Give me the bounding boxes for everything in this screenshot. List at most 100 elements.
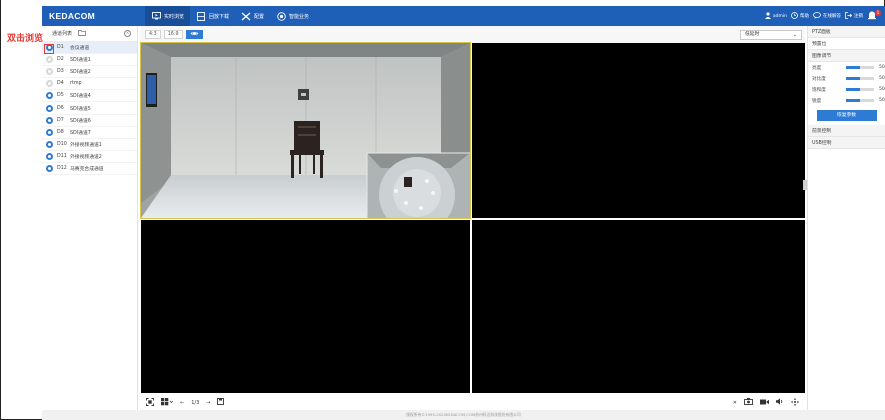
- usb-control-header[interactable]: USB控制: [808, 137, 885, 149]
- slider-track[interactable]: [846, 65, 874, 70]
- right-panel: PTZ面板 预置位 图像调节 亮度 50 对比度 50 饱和度 50 锐度 50 恢复参数 前…: [807, 26, 885, 410]
- consult-label: 在线解答: [823, 14, 841, 19]
- channel-name: 外接视频通道2: [70, 154, 102, 160]
- ptz-move-icon[interactable]: [791, 397, 799, 408]
- volume-icon[interactable]: [776, 398, 784, 407]
- channel-name: 马赛克合成通道: [70, 166, 104, 172]
- video-area: 4:3 16:9 低延时 ⌄ ← 1/3 → ✕: [140, 26, 805, 410]
- record-icon[interactable]: [760, 399, 769, 407]
- zoom-control-header[interactable]: 前景控制: [808, 125, 885, 137]
- slider-fill: [846, 87, 860, 92]
- channel-name: SDI通道7: [70, 130, 91, 136]
- slider-label: 对比度: [812, 76, 826, 82]
- ptz-panel-header[interactable]: PTZ面板: [808, 26, 885, 38]
- slider-track[interactable]: [846, 87, 874, 92]
- slider-value: 50: [879, 98, 885, 103]
- channel-item[interactable]: D7 SDI通道6: [42, 115, 137, 127]
- slider-label: 饱和度: [812, 87, 826, 93]
- channel-id: D8: [57, 129, 64, 135]
- channel-item[interactable]: D1 会议通道: [42, 42, 137, 55]
- slider-track[interactable]: [846, 98, 874, 103]
- nav-smart-label: 智能业务: [289, 13, 310, 20]
- camera-status-icon: [46, 68, 53, 76]
- alarm-badge: 1: [875, 10, 881, 16]
- help-label: 帮助: [800, 14, 809, 19]
- channel-item[interactable]: D11 外接视频通道2: [42, 151, 137, 163]
- monitor-icon: [151, 11, 161, 21]
- stream-type-select[interactable]: 低延时 ⌄: [740, 30, 802, 40]
- channel-item[interactable]: D12 马赛克合成通道: [42, 163, 137, 176]
- user-icon: [764, 11, 771, 21]
- reset-params-button[interactable]: 恢复参数: [816, 110, 877, 121]
- camera-status-icon: [46, 140, 53, 148]
- nav-live-view-label: 实时浏览: [164, 13, 185, 20]
- ratio-16-9-button[interactable]: 16:9: [163, 30, 183, 39]
- layout-grid-icon[interactable]: [161, 397, 174, 408]
- selection-highlight: [44, 44, 54, 54]
- channel-id: D12: [57, 165, 67, 171]
- channel-id: D10: [57, 141, 67, 147]
- video-tile-1[interactable]: [140, 42, 471, 219]
- alarm-button[interactable]: 1: [867, 10, 881, 22]
- video-actions: ✕: [733, 397, 805, 408]
- channel-name: SDI通道2: [70, 70, 91, 76]
- slider-value: 50: [879, 76, 885, 81]
- camera-status-icon: [46, 116, 53, 124]
- image-adjust-header[interactable]: 图像调节: [808, 50, 885, 62]
- channel-item[interactable]: D2 SDI通道1: [42, 54, 137, 67]
- camera-status-icon: [46, 92, 53, 100]
- save-icon[interactable]: [217, 398, 225, 407]
- channel-item[interactable]: D5 SDI通道4: [42, 90, 137, 103]
- slider-value: 50: [879, 87, 885, 92]
- logout-link[interactable]: 注销: [845, 11, 863, 21]
- video-tile-3[interactable]: [141, 220, 470, 393]
- video-tile-2[interactable]: [472, 43, 805, 218]
- help-icon: [791, 11, 798, 21]
- close-panel-icon[interactable]: ×: [124, 30, 131, 37]
- bell-icon: [867, 11, 877, 23]
- video-bottom-bar: ← 1/3 → ✕: [140, 395, 805, 410]
- video-toolbar: 4:3 16:9 低延时 ⌄: [140, 26, 805, 43]
- fit-window-button[interactable]: [185, 30, 203, 39]
- close-all-icon[interactable]: ✕: [733, 400, 737, 406]
- channel-item[interactable]: D6 SDI通道5: [42, 102, 137, 115]
- channel-item[interactable]: D8 SDI通道7: [42, 127, 137, 139]
- camera-status-icon: [46, 128, 53, 136]
- fullscreen-icon[interactable]: [146, 397, 154, 408]
- next-page-icon[interactable]: →: [206, 400, 210, 406]
- channel-id: D4: [57, 81, 64, 87]
- prev-page-icon[interactable]: ←: [180, 400, 184, 406]
- page-indicator: 1/3: [191, 399, 200, 406]
- nav-config-label: 配置: [254, 13, 265, 20]
- camera-status-icon: [46, 56, 53, 64]
- logout-label: 注销: [854, 14, 863, 19]
- channel-name: rtmp: [70, 81, 82, 87]
- video-tile-4[interactable]: [472, 220, 805, 393]
- stream-type-value: 低延时: [745, 32, 760, 37]
- slider-label: 亮度: [812, 65, 822, 71]
- ratio-4-3-button[interactable]: 4:3: [145, 30, 161, 39]
- nav-playback[interactable]: 回放下载: [190, 6, 235, 26]
- image-slider-row: 亮度 50: [808, 62, 885, 73]
- smart-icon: [276, 11, 286, 21]
- channel-id: D1: [57, 45, 64, 51]
- folder-icon[interactable]: [78, 29, 86, 38]
- chat-icon: [813, 11, 821, 21]
- slider-track[interactable]: [846, 76, 874, 81]
- nav-config[interactable]: 配置: [235, 6, 270, 26]
- preset-header[interactable]: 预置位: [808, 38, 885, 50]
- channel-item[interactable]: D3 SDI通道2: [42, 66, 137, 79]
- channel-id: D7: [57, 117, 64, 123]
- camera-status-icon: [46, 104, 53, 112]
- kedacom-logo: KEDACOM: [49, 11, 96, 21]
- consult-link[interactable]: 在线解答: [813, 11, 841, 21]
- channel-name: SDI通道5: [70, 106, 91, 112]
- nav-smart[interactable]: 智能业务: [270, 6, 315, 26]
- user-menu[interactable]: admin: [764, 11, 787, 21]
- nav-live-view[interactable]: 实时浏览: [145, 6, 191, 26]
- help-link[interactable]: 帮助: [791, 11, 809, 21]
- channel-item[interactable]: D10 外接视频通道1: [42, 139, 137, 151]
- snapshot-icon[interactable]: [744, 398, 753, 407]
- channel-item[interactable]: D4 rtmp: [42, 78, 137, 91]
- slider-label: 锐度: [812, 98, 822, 104]
